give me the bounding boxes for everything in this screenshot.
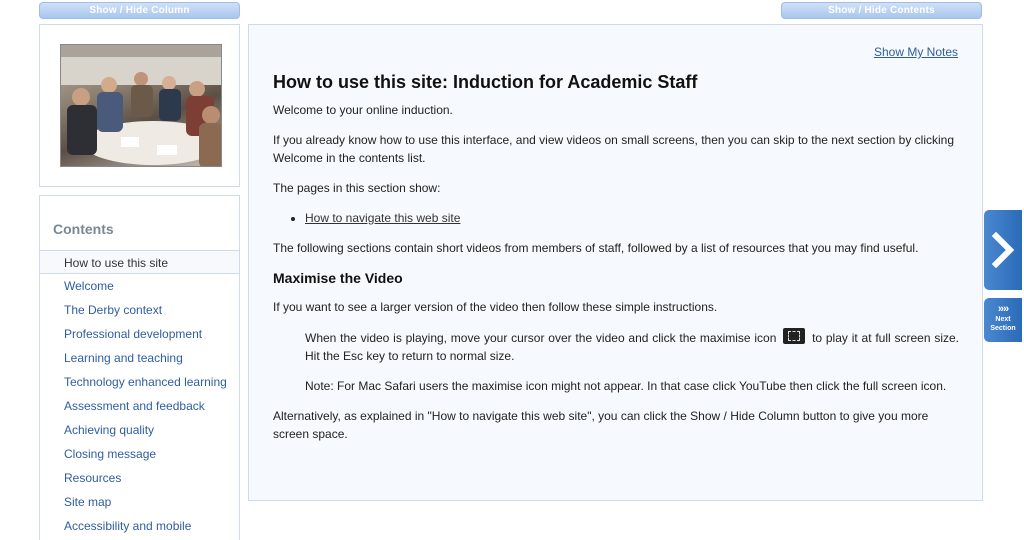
show-my-notes-link[interactable]: Show My Notes (874, 45, 958, 59)
instruction-text: When the video is playing, move your cur… (305, 328, 959, 365)
mac-safari-note: Note: For Mac Safari users the maximise … (305, 379, 947, 393)
contents-item-assessment-feedback[interactable]: Assessment and feedback (40, 394, 239, 418)
page-title: How to use this site: Induction for Acad… (273, 72, 698, 92)
alternatively-text: Alternatively, as explained in "How to n… (273, 409, 929, 441)
chevron-right-icon (991, 232, 1015, 268)
contents-item-site-map[interactable]: Site map (40, 490, 239, 514)
intro-text: If you already know how to use this inte… (273, 133, 955, 165)
pages-show-text: The pages in this section show: (273, 181, 441, 195)
instruction-part-1: When the video is playing, move your cur… (305, 331, 777, 345)
navigate-site-link[interactable]: How to navigate this web site (305, 211, 460, 225)
section-heading: Maximise the Video (273, 270, 403, 286)
following-text: The following sections contain short vid… (273, 241, 919, 255)
contents-item-resources[interactable]: Resources (40, 466, 239, 490)
show-hide-column-button[interactable]: Show / Hide Column (39, 2, 240, 19)
section-label: Section (990, 325, 1016, 332)
show-hide-contents-button[interactable]: Show / Hide Contents (781, 2, 982, 19)
list-item: How to navigate this web site (305, 209, 959, 227)
double-chevron-icon: »» (997, 303, 1009, 315)
contents-item-closing-message[interactable]: Closing message (40, 442, 239, 466)
staff-meeting-photo (60, 44, 222, 167)
contents-item-technology-enhanced[interactable]: Technology enhanced learning (40, 370, 239, 394)
contents-item-how-to-use[interactable]: How to use this site (40, 250, 239, 274)
maximise-icon (783, 328, 806, 344)
contents-panel: Contents How to use this site Welcome Th… (39, 195, 240, 540)
contents-item-accessibility[interactable]: Accessibility and mobile (40, 514, 239, 538)
contents-item-professional-development[interactable]: Professional development (40, 322, 239, 346)
contents-item-welcome[interactable]: Welcome (40, 274, 239, 298)
contents-heading: Contents (53, 221, 114, 237)
article: How to use this site: Induction for Acad… (273, 71, 959, 455)
contents-item-learning-teaching[interactable]: Learning and teaching (40, 346, 239, 370)
section-pages-list: How to navigate this web site (305, 209, 959, 227)
photo-panel (39, 24, 240, 187)
contents-list: How to use this site Welcome The Derby c… (40, 250, 239, 538)
contents-item-derby-context[interactable]: The Derby context (40, 298, 239, 322)
contents-item-achieving-quality[interactable]: Achieving quality (40, 418, 239, 442)
photo-illustration (61, 45, 221, 166)
next-section-button[interactable]: »» Next Section (984, 298, 1022, 342)
next-label: Next (995, 316, 1011, 323)
larger-video-text: If you want to see a larger version of t… (273, 300, 718, 314)
main-content-panel: Show My Notes How to use this site: Indu… (248, 24, 983, 501)
next-page-button[interactable] (984, 210, 1022, 290)
welcome-text: Welcome to your online induction. (273, 103, 453, 117)
